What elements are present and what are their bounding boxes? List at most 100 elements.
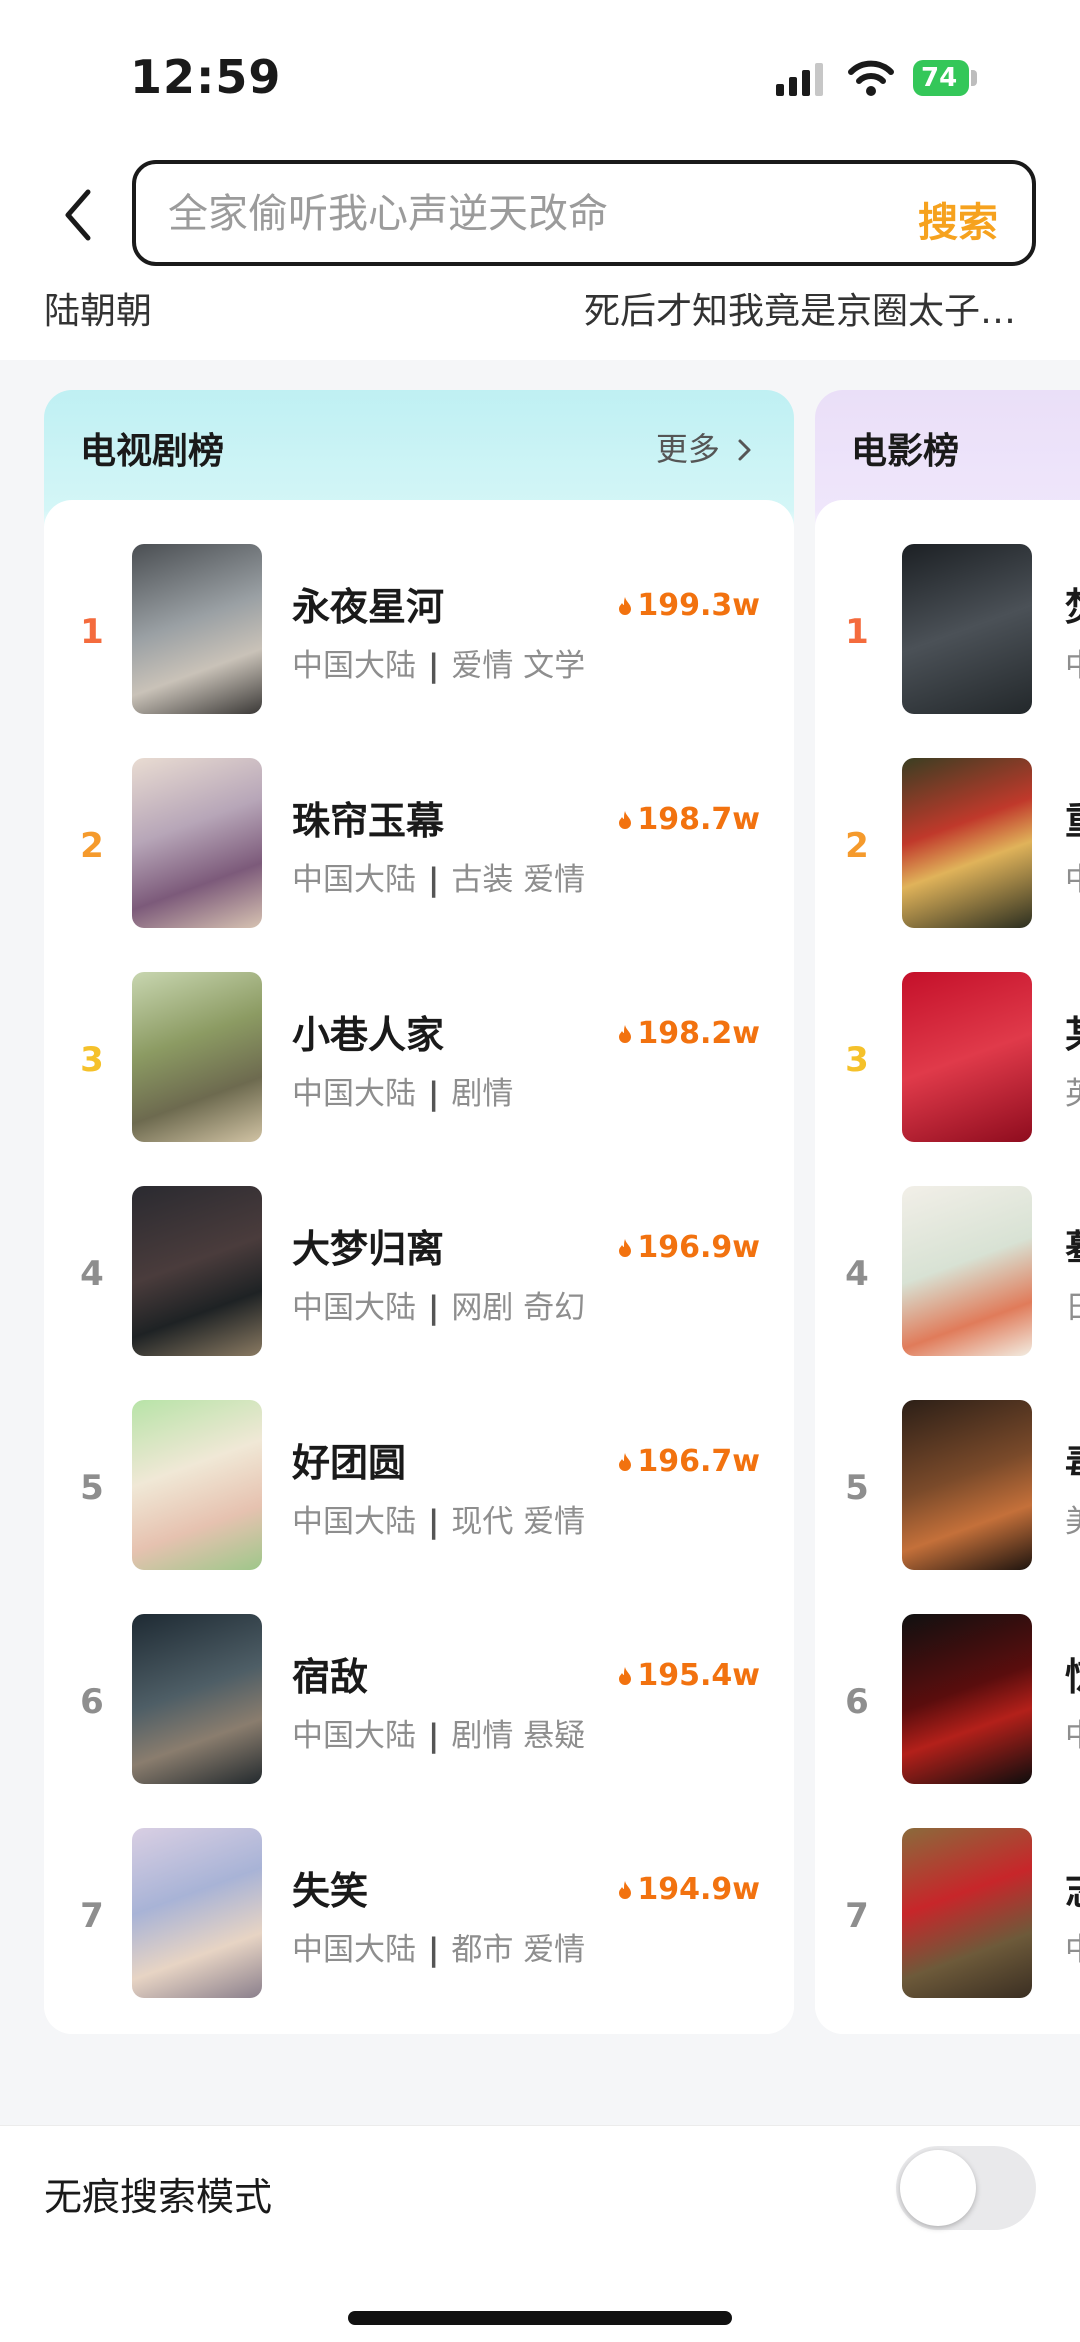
movie-meta: 中 xyxy=(1065,854,1080,899)
search-box: 搜索 xyxy=(132,160,1036,266)
ranking-item[interactable]: 5 毒 美 xyxy=(815,1400,1080,1614)
movie-title: 某 xyxy=(1065,1004,1080,1059)
flame-icon xyxy=(619,1881,632,1899)
more-label: 更多 xyxy=(655,430,720,468)
movie-title: 蓦 xyxy=(1065,1218,1080,1273)
show-title: 好团圆 xyxy=(292,1441,407,1485)
search-hint[interactable]: 陆朝朝 xyxy=(44,282,152,334)
incognito-label: 无痕搜索模式 xyxy=(44,2175,273,2219)
poster-image xyxy=(132,1186,262,1356)
poster-image xyxy=(132,972,262,1142)
ranking-item[interactable]: 2 重 中 xyxy=(815,758,1080,972)
movie-meta: 中 xyxy=(1065,640,1080,685)
show-meta: 中国大陆 | 剧情 悬疑 xyxy=(292,1718,586,1754)
show-meta: 中国大陆 | 剧情 xyxy=(292,1076,514,1112)
rank-number: 5 xyxy=(80,1468,104,1508)
search-input[interactable] xyxy=(166,164,890,264)
cellular-signal-icon xyxy=(776,63,823,96)
poster-image xyxy=(902,544,1032,714)
rank-number: 4 xyxy=(845,1254,869,1294)
ranking-item[interactable]: 3 某 英 xyxy=(815,972,1080,1186)
search-button[interactable]: 搜索 xyxy=(918,190,998,248)
ranking-item[interactable]: 1 焚 中 xyxy=(815,544,1080,758)
poster-image xyxy=(132,758,262,928)
search-hint[interactable]: 死后才知我竟是京圈太子… xyxy=(584,282,1016,334)
heat-value: 199.3w xyxy=(617,588,760,623)
poster-image xyxy=(902,758,1032,928)
poster-image xyxy=(902,1400,1032,1570)
flame-icon xyxy=(619,811,632,829)
poster-image xyxy=(902,972,1032,1142)
movie-meta: 中 xyxy=(1065,1710,1080,1755)
incognito-toggle[interactable] xyxy=(896,2146,1036,2230)
movie-meta: 英 xyxy=(1065,1068,1080,1113)
rank-number: 1 xyxy=(845,612,869,652)
movie-title: 志 xyxy=(1065,1860,1080,1915)
rank-number: 6 xyxy=(80,1682,104,1722)
ranking-item[interactable]: 7 志 中 xyxy=(815,1828,1080,2034)
ranking-list: 1 焚 中 2 重 中 3 某 英 4 蓦 日 5 毒 美 xyxy=(815,500,1080,2034)
show-meta: 中国大陆 | 现代 爱情 xyxy=(292,1504,586,1540)
movie-title: 焚 xyxy=(1065,576,1080,631)
movie-meta: 日 xyxy=(1065,1282,1080,1327)
ranking-item[interactable]: 7 失笑 中国大陆 | 都市 爱情 194.9w xyxy=(44,1828,794,2034)
flame-icon xyxy=(619,597,632,615)
card-title: 电影榜 xyxy=(851,431,960,472)
heat-value: 196.7w xyxy=(617,1444,760,1479)
chevron-right-icon xyxy=(738,439,751,461)
poster-image xyxy=(132,1614,262,1784)
back-arrow-icon[interactable] xyxy=(48,180,108,250)
movie-ranking-card: 电影榜 1 焚 中 2 重 中 3 某 英 4 蓦 日 5 毒 xyxy=(815,390,1080,2034)
more-link[interactable]: 更多 xyxy=(656,424,754,470)
incognito-bar: 无痕搜索模式 xyxy=(0,2125,1080,2342)
flame-icon xyxy=(619,1239,632,1257)
ranking-item[interactable]: 5 好团圆 中国大陆 | 现代 爱情 196.7w xyxy=(44,1400,794,1614)
show-meta: 中国大陆 | 古装 爱情 xyxy=(292,862,586,898)
rank-number: 3 xyxy=(845,1040,869,1080)
heat-value: 194.9w xyxy=(617,1872,760,1907)
heat-value: 195.4w xyxy=(617,1658,760,1693)
flame-icon xyxy=(619,1025,632,1043)
rank-number: 7 xyxy=(80,1896,104,1936)
battery-icon: 74 xyxy=(913,58,983,98)
movie-meta: 美 xyxy=(1065,1496,1080,1541)
poster-image xyxy=(902,1614,1032,1784)
ranking-item[interactable]: 4 蓦 日 xyxy=(815,1186,1080,1400)
flame-icon xyxy=(619,1453,632,1471)
movie-title: 惊 xyxy=(1065,1646,1080,1701)
ranking-item[interactable]: 2 珠帘玉幕 中国大陆 | 古装 爱情 198.7w xyxy=(44,758,794,972)
ranking-item[interactable]: 4 大梦归离 中国大陆 | 网剧 奇幻 196.9w xyxy=(44,1186,794,1400)
ranking-item[interactable]: 1 永夜星河 中国大陆 | 爱情 文学 199.3w xyxy=(44,544,794,758)
show-title: 失笑 xyxy=(292,1869,369,1913)
rank-number: 4 xyxy=(80,1254,104,1294)
movie-title: 毒 xyxy=(1065,1432,1080,1487)
show-meta: 中国大陆 | 都市 爱情 xyxy=(292,1932,586,1968)
ranking-item[interactable]: 3 小巷人家 中国大陆 | 剧情 198.2w xyxy=(44,972,794,1186)
ranking-list: 1 永夜星河 中国大陆 | 爱情 文学 199.3w 2 珠帘玉幕 中国大陆 | 古装 … xyxy=(44,500,794,2034)
flame-icon xyxy=(619,1667,632,1685)
rank-number: 1 xyxy=(80,612,104,652)
show-title: 珠帘玉幕 xyxy=(292,799,445,843)
ranking-item[interactable]: 6 惊 中 xyxy=(815,1614,1080,1828)
show-title: 小巷人家 xyxy=(292,1013,445,1057)
status-time: 12:59 xyxy=(130,50,282,104)
rank-number: 2 xyxy=(80,826,104,866)
home-indicator xyxy=(348,2311,732,2325)
poster-image xyxy=(902,1828,1032,1998)
poster-image xyxy=(132,544,262,714)
show-title: 永夜星河 xyxy=(292,585,445,629)
battery-level: 74 xyxy=(913,60,969,96)
heat-value: 198.2w xyxy=(617,1016,760,1051)
rank-number: 3 xyxy=(80,1040,104,1080)
rank-number: 6 xyxy=(845,1682,869,1722)
rank-number: 2 xyxy=(845,826,869,866)
movie-title: 重 xyxy=(1065,790,1080,845)
poster-image xyxy=(132,1828,262,1998)
ranking-item[interactable]: 6 宿敌 中国大陆 | 剧情 悬疑 195.4w xyxy=(44,1614,794,1828)
poster-image xyxy=(132,1400,262,1570)
show-meta: 中国大陆 | 爱情 文学 xyxy=(292,648,586,684)
tv-ranking-card: 电视剧榜 更多 1 永夜星河 中国大陆 | 爱情 文学 199.3w 2 珠帘玉幕 … xyxy=(44,390,794,2034)
card-title: 电视剧榜 xyxy=(80,431,225,472)
show-title: 宿敌 xyxy=(292,1655,369,1699)
movie-meta: 中 xyxy=(1065,1924,1080,1969)
